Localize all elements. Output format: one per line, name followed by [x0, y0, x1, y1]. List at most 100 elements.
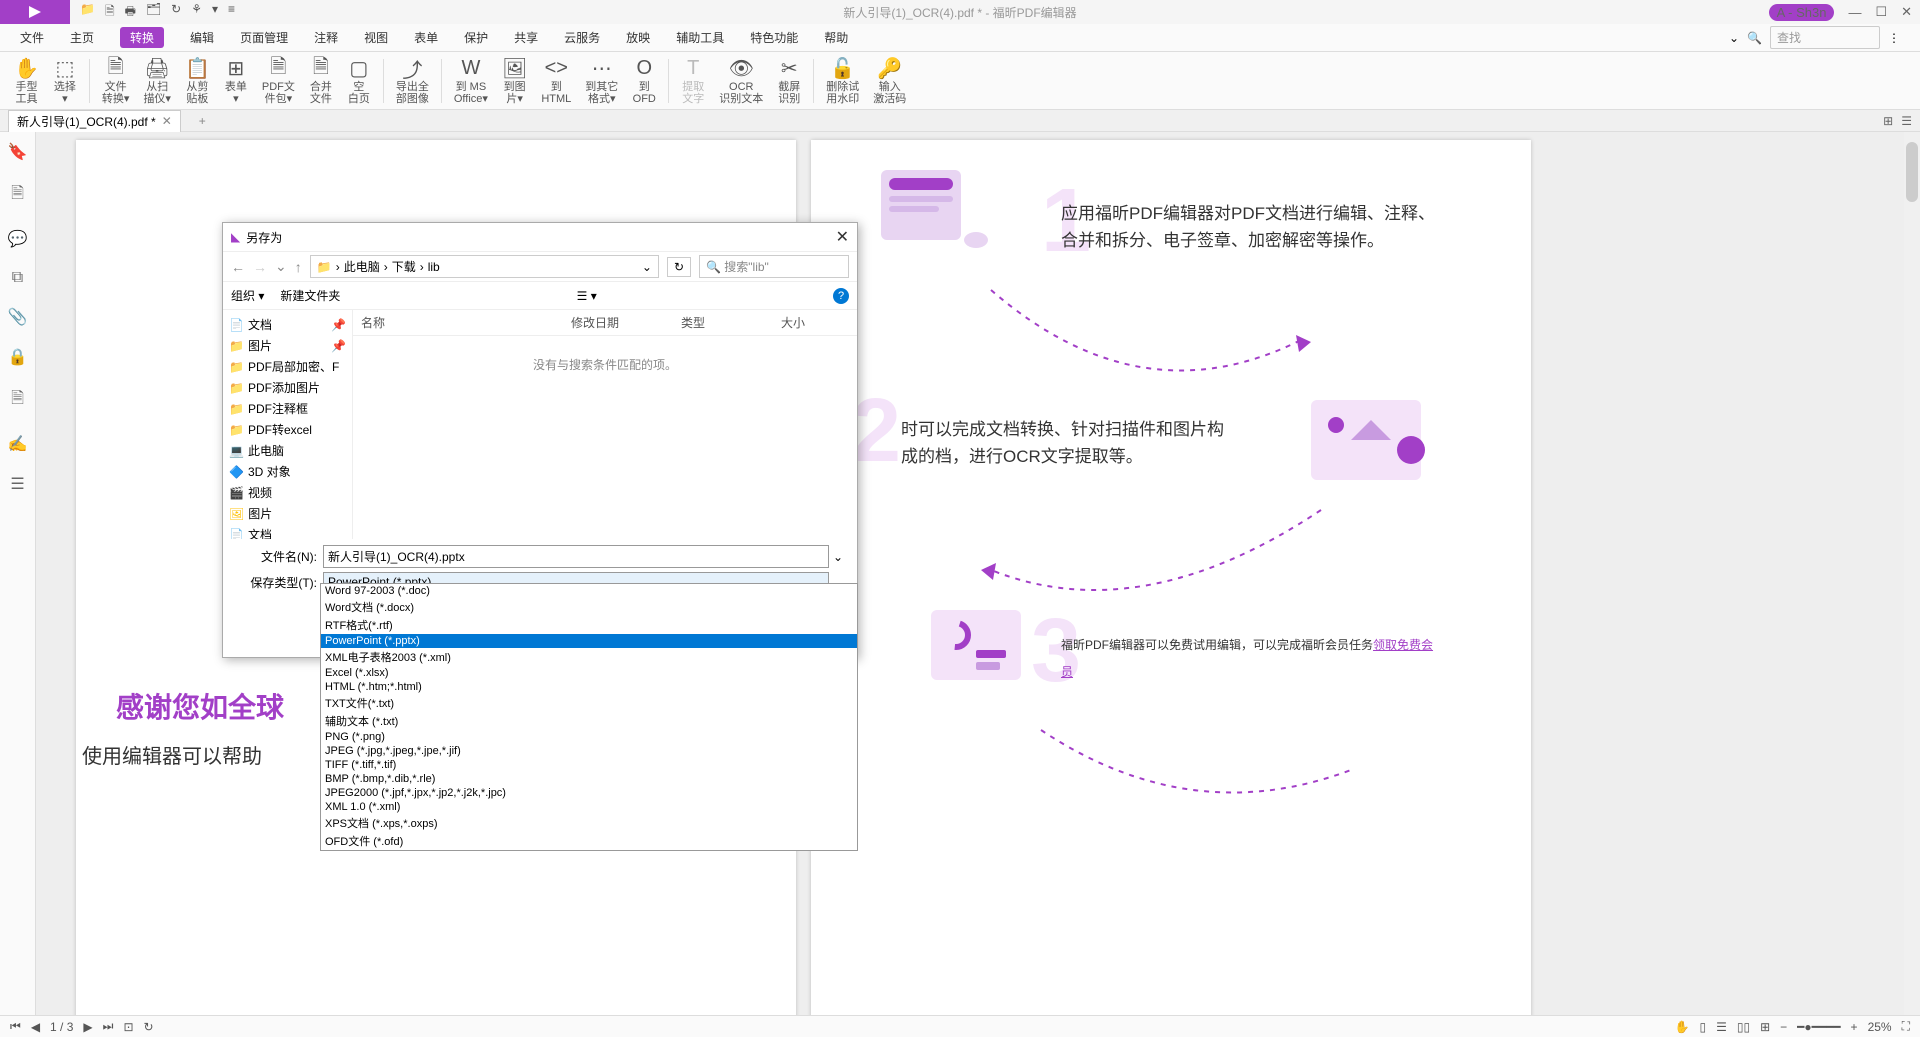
user-badge[interactable]: A - Sh3n — [1769, 4, 1835, 21]
dropdown-option[interactable]: PNG (*.png) — [321, 730, 857, 744]
tree-item[interactable]: 🔷3D 对象 — [223, 461, 352, 482]
dropdown-option[interactable]: HTML (*.htm;*.html) — [321, 680, 857, 694]
sidebar-icon[interactable]: 🔖 — [8, 142, 28, 162]
ribbon-button[interactable]: 🔓删除试 用水印 — [820, 55, 865, 107]
crumb-pc[interactable]: 此电脑 — [344, 258, 380, 275]
dialog-close-icon[interactable]: ✕ — [836, 227, 849, 247]
menu-home[interactable]: 主页 — [70, 29, 94, 46]
menu-pages[interactable]: 页面管理 — [240, 29, 288, 46]
view-cont-icon[interactable]: ☰ — [1716, 1020, 1727, 1034]
ribbon-button[interactable]: ⤴导出全 部图像 — [390, 55, 435, 107]
ribbon-button[interactable]: 📋从剪 贴板 — [179, 55, 216, 107]
help-icon[interactable]: ? — [833, 288, 849, 304]
menu-access[interactable]: 辅助工具 — [676, 29, 724, 46]
zoom-in-icon[interactable]: + — [1851, 1020, 1858, 1034]
menu-share[interactable]: 共享 — [514, 29, 538, 46]
tree-item[interactable]: 💻此电脑 — [223, 440, 352, 461]
sidebar-icon[interactable]: 🔒 — [8, 347, 28, 367]
dropdown-option[interactable]: Word 97-2003 (*.doc) — [321, 584, 857, 598]
ribbon-button[interactable]: 🖼到图 片▾ — [496, 55, 533, 107]
ribbon-button[interactable]: ✋手型 工具 — [8, 55, 45, 107]
ribbon-button[interactable]: W到 MS Office▾ — [448, 55, 494, 107]
ribbon-button[interactable]: T提取 文字 — [675, 55, 711, 107]
zoom-value[interactable]: 25% — [1868, 1020, 1892, 1034]
ribbon-button[interactable]: O到 OFD — [626, 55, 662, 107]
sidebar-icon[interactable]: ⧉ — [12, 269, 23, 287]
menu-view[interactable]: 视图 — [364, 29, 388, 46]
tree-item[interactable]: 🎬视频 — [223, 482, 352, 503]
last-page-icon[interactable]: ⏭ — [103, 1019, 114, 1034]
sidebar-icon[interactable]: 💬 — [8, 229, 28, 249]
page-indicator[interactable]: 1 / 3 — [50, 1020, 73, 1034]
nav-fwd-icon[interactable]: → — [253, 259, 267, 275]
ribbon-button[interactable]: ▢空 白页 — [341, 55, 377, 107]
dropdown-option[interactable]: PowerPoint (*.pptx) — [321, 634, 857, 648]
scrollbar-thumb[interactable] — [1906, 142, 1918, 202]
file-list[interactable]: 名称 修改日期 类型 大小 没有与搜索条件匹配的项。 — [353, 310, 857, 539]
document-tab[interactable]: 新人引导(1)_OCR(4).pdf * ✕ — [8, 110, 181, 132]
menu-collapse-icon[interactable]: ⌄ — [1729, 31, 1739, 45]
fullscreen-icon[interactable]: ⛶ — [1902, 1019, 1910, 1034]
menu-edit[interactable]: 编辑 — [190, 29, 214, 46]
nav-dropdown-icon[interactable]: ⌄ — [275, 258, 287, 275]
menu-present[interactable]: 放映 — [626, 29, 650, 46]
close-icon[interactable]: ✕ — [1901, 4, 1912, 20]
dropdown-option[interactable]: XPS文档 (*.xps,*.oxps) — [321, 814, 857, 832]
col-size[interactable]: 大小 — [781, 314, 805, 331]
sidebar-icon[interactable]: ✍ — [8, 434, 28, 454]
tab-close-icon[interactable]: ✕ — [162, 114, 172, 128]
dropdown-option[interactable]: RTF格式(*.rtf) — [321, 616, 857, 634]
folder-search-input[interactable]: 🔍 搜索"lib" — [699, 255, 849, 278]
dropdown-option[interactable]: BMP (*.bmp,*.dib,*.rle) — [321, 772, 857, 786]
organize-button[interactable]: 组织 ▾ — [231, 287, 264, 304]
crumb-downloads[interactable]: 下载 — [392, 258, 416, 275]
first-page-icon[interactable]: ⏮ — [10, 1019, 21, 1034]
breadcrumb-bar[interactable]: 📁 ›此电脑 ›下载 ›lib ⌄ — [310, 255, 659, 278]
new-folder-button[interactable]: 新建文件夹 — [280, 287, 340, 304]
menu-overflow-icon[interactable]: ⋮ — [1888, 31, 1900, 45]
menu-file[interactable]: 文件 — [20, 29, 44, 46]
menu-protect[interactable]: 保护 — [464, 29, 488, 46]
maximize-icon[interactable]: ☐ — [1875, 4, 1887, 20]
menu-form[interactable]: 表单 — [414, 29, 438, 46]
dropdown-option[interactable]: JPEG (*.jpg,*.jpeg,*.jpe,*.jif) — [321, 744, 857, 758]
dropdown-option[interactable]: JPEG2000 (*.jpf,*.jpx,*.jp2,*.j2k,*.jpc) — [321, 786, 857, 800]
qat-redo-icon[interactable]: ⚘ — [191, 2, 202, 23]
ribbon-button[interactable]: 🔑输入 激活码 — [867, 55, 912, 107]
filetype-dropdown[interactable]: Word 97-2003 (*.doc)Word文档 (*.docx)RTF格式… — [320, 583, 858, 851]
view-single-icon[interactable]: ▯ — [1700, 1020, 1707, 1034]
dropdown-option[interactable]: 辅助文本 (*.txt) — [321, 712, 857, 730]
ribbon-button[interactable]: 🗎PDF文 件包▾ — [256, 55, 301, 107]
view-facing-icon[interactable]: ▯▯ — [1737, 1020, 1750, 1034]
qat-save-icon[interactable]: 🗎 — [105, 2, 115, 23]
ribbon-button[interactable]: 👁OCR 识别文本 — [713, 55, 769, 107]
qat-menu-icon[interactable]: ≡ — [228, 2, 235, 23]
view-grid-icon[interactable]: ⊞ — [1883, 114, 1893, 128]
rotate-icon[interactable]: ↻ — [144, 1020, 154, 1034]
dropdown-option[interactable]: Word文档 (*.docx) — [321, 598, 857, 616]
menu-help[interactable]: 帮助 — [824, 29, 848, 46]
qat-open-icon[interactable]: 📁 — [80, 2, 95, 23]
menu-comment[interactable]: 注释 — [314, 29, 338, 46]
ribbon-button[interactable]: ✂截屏 识别 — [771, 55, 807, 107]
ribbon-button[interactable]: ⋯到其它 格式▾ — [579, 55, 624, 107]
ribbon-button[interactable]: 🗎文件 转换▾ — [96, 55, 136, 107]
sidebar-icon[interactable]: 🗎 — [11, 182, 24, 209]
dropdown-option[interactable]: Excel (*.xlsx) — [321, 666, 857, 680]
qat-more-icon[interactable]: ▾ — [212, 2, 218, 23]
ribbon-button[interactable]: ⬚选择 ▾ — [47, 55, 83, 107]
tree-item[interactable]: 📁图片📌 — [223, 335, 352, 356]
hand-icon[interactable]: ✋ — [1675, 1020, 1690, 1034]
nav-back-icon[interactable]: ← — [231, 259, 245, 275]
refresh-button[interactable]: ↻ — [667, 257, 691, 277]
prev-page-icon[interactable]: ◀ — [31, 1020, 40, 1034]
zoom-out-icon[interactable]: − — [1780, 1020, 1787, 1034]
dropdown-option[interactable]: TXT文件(*.txt) — [321, 694, 857, 712]
sidebar-icon[interactable]: 🗎 — [11, 387, 24, 414]
col-type[interactable]: 类型 — [681, 314, 781, 331]
sidebar-icon[interactable]: 📎 — [8, 307, 28, 327]
view-contfacing-icon[interactable]: ⊞ — [1760, 1020, 1770, 1034]
tree-item[interactable]: 📁PDF添加图片 — [223, 377, 352, 398]
menu-cloud[interactable]: 云服务 — [564, 29, 600, 46]
tree-item[interactable]: 📁PDF注释框 — [223, 398, 352, 419]
